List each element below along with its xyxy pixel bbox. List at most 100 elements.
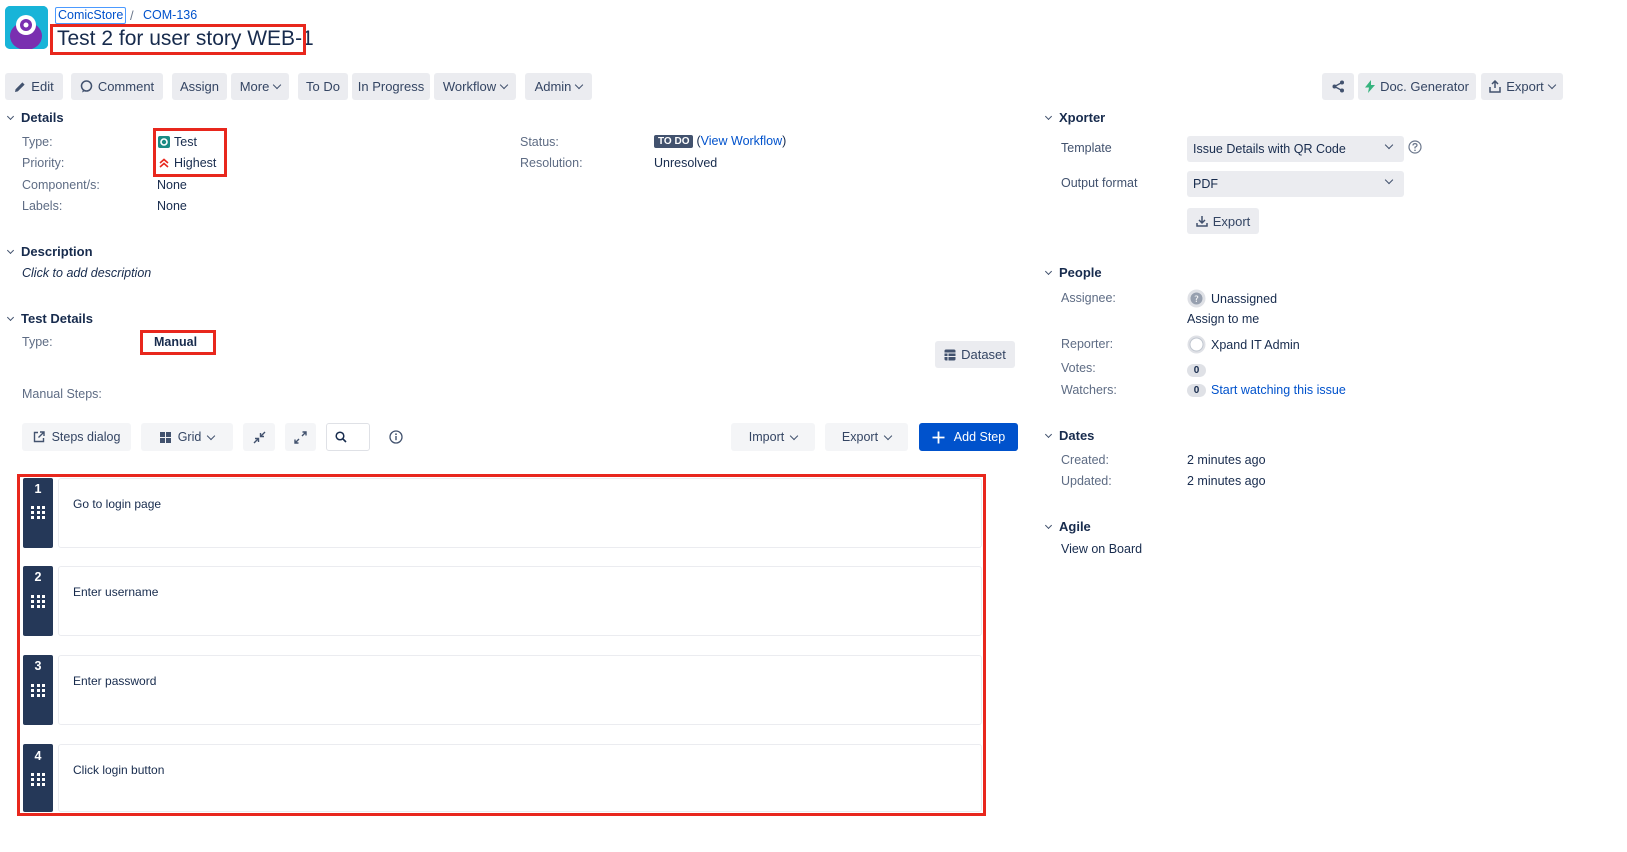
grid-icon <box>159 431 171 443</box>
dates-heading: Dates <box>1059 428 1095 443</box>
breadcrumb-issue-key[interactable]: COM-136 <box>143 8 197 22</box>
watchers-label: Watchers: <box>1061 383 1117 397</box>
output-format-select[interactable]: PDF <box>1187 171 1404 197</box>
expand-icon <box>294 430 307 444</box>
view-on-board-link[interactable]: View on Board <box>1061 542 1142 556</box>
xporter-section-toggle[interactable]: Xporter <box>1044 110 1106 125</box>
chevron-down-icon <box>883 431 893 440</box>
chevron-down-icon <box>1044 521 1053 529</box>
highlight-box-steps <box>17 474 986 816</box>
chevron-down-icon <box>207 431 216 440</box>
components-label: Component/s: <box>22 178 100 192</box>
info-button[interactable] <box>389 430 403 447</box>
dataset-button[interactable]: Dataset <box>935 341 1015 368</box>
watchers-badge: 0 <box>1187 383 1206 397</box>
import-dropdown[interactable]: Import <box>731 423 815 451</box>
reporter-label: Reporter: <box>1061 337 1114 351</box>
votes-count[interactable]: 0 <box>1187 362 1206 377</box>
template-select[interactable]: Issue Details with QR Code <box>1187 136 1404 162</box>
watchers-value: 0 Start watching this issue <box>1187 383 1346 397</box>
chevron-down-icon <box>1044 112 1053 120</box>
type-label: Type: <box>22 135 53 149</box>
svg-text:?: ? <box>1194 295 1199 305</box>
votes-badge: 0 <box>1187 364 1206 377</box>
dates-section-toggle[interactable]: Dates <box>1044 428 1095 443</box>
import-label: Import <box>748 430 785 444</box>
chevron-down-icon <box>1547 80 1557 90</box>
template-help-button[interactable] <box>1408 140 1422 157</box>
edit-button[interactable]: Edit <box>5 73 63 100</box>
agile-section-toggle[interactable]: Agile <box>1044 519 1091 534</box>
breadcrumb-project-link[interactable]: ComicStore <box>55 7 127 24</box>
export-label: Export <box>1506 79 1544 94</box>
chevron-down-icon <box>1384 140 1394 150</box>
agile-heading: Agile <box>1059 519 1091 534</box>
admin-label: Admin <box>534 79 572 94</box>
edit-label: Edit <box>31 79 54 94</box>
unassigned-avatar-icon: ? <box>1187 289 1206 308</box>
steps-export-dropdown[interactable]: Export <box>825 423 908 451</box>
test-details-section-toggle[interactable]: Test Details <box>6 311 94 326</box>
add-step-button[interactable]: Add Step <box>919 423 1018 451</box>
more-button[interactable]: More <box>231 73 289 100</box>
description-section-toggle[interactable]: Description <box>6 244 93 259</box>
steps-dialog-button[interactable]: Steps dialog <box>22 423 131 451</box>
chevron-down-icon <box>1384 175 1394 185</box>
info-icon <box>389 430 403 444</box>
view-workflow-link[interactable]: View Workflow <box>701 134 783 148</box>
doc-generator-label: Doc. Generator <box>1380 79 1469 94</box>
description-heading: Description <box>21 244 93 259</box>
labels-label: Labels: <box>22 199 63 213</box>
doc-generator-button[interactable]: Doc. Generator <box>1358 73 1476 100</box>
workflow-label: Workflow <box>442 79 497 94</box>
created-value: 2 minutes ago <box>1187 453 1266 467</box>
test-type-label: Type: <box>22 335 53 349</box>
test-details-heading: Test Details <box>21 311 94 326</box>
output-format-label: Output format <box>1061 176 1138 190</box>
in-progress-transition-button[interactable]: In Progress <box>352 73 430 100</box>
status-lozenge: TO DO <box>654 134 694 148</box>
collapse-button[interactable] <box>243 423 275 451</box>
steps-dialog-label: Steps dialog <box>51 430 121 444</box>
share-button[interactable] <box>1322 73 1354 100</box>
description-placeholder[interactable]: Click to add description <box>22 266 151 280</box>
xporter-export-label: Export <box>1212 213 1251 229</box>
comment-button[interactable]: Comment <box>71 73 163 100</box>
status-label: Status: <box>520 135 559 149</box>
resolution-label: Resolution: <box>520 156 583 170</box>
export-dropdown-button[interactable]: Export <box>1481 73 1563 100</box>
reporter-name: Xpand IT Admin <box>1211 337 1300 352</box>
project-avatar[interactable] <box>5 6 48 49</box>
grid-label: Grid <box>177 430 202 444</box>
assignee-label: Assignee: <box>1061 291 1116 305</box>
reporter-value[interactable]: Xpand IT Admin <box>1187 335 1300 354</box>
details-section-toggle[interactable]: Details <box>6 110 64 125</box>
share-icon <box>1332 80 1344 93</box>
assignee-value[interactable]: ? Unassigned <box>1187 289 1277 308</box>
add-step-label: Add Step <box>953 430 1006 444</box>
grid-view-dropdown[interactable]: Grid <box>141 423 233 451</box>
user-avatar-icon <box>1187 335 1206 354</box>
more-label: More <box>239 79 270 94</box>
xporter-heading: Xporter <box>1059 110 1106 125</box>
people-section-toggle[interactable]: People <box>1044 265 1102 280</box>
start-watching-link[interactable]: Start watching this issue <box>1211 383 1346 397</box>
chevron-down-icon <box>6 246 15 254</box>
priority-label: Priority: <box>22 156 65 170</box>
chevron-down-icon <box>575 80 584 90</box>
workflow-button[interactable]: Workflow <box>434 73 516 100</box>
collapse-icon <box>253 431 265 443</box>
details-heading: Details <box>21 110 64 125</box>
chevron-down-icon <box>1044 267 1053 275</box>
todo-transition-button[interactable]: To Do <box>298 73 348 100</box>
assign-to-me-link[interactable]: Assign to me <box>1187 312 1259 326</box>
assign-button[interactable]: Assign <box>172 73 227 100</box>
chevron-down-icon <box>6 313 15 321</box>
step-search-input[interactable] <box>326 423 370 451</box>
expand-button[interactable] <box>285 423 316 451</box>
admin-button[interactable]: Admin <box>525 73 592 100</box>
table-icon <box>944 349 956 360</box>
xporter-export-button[interactable]: Export <box>1187 208 1259 234</box>
votes-label: Votes: <box>1061 361 1096 375</box>
breadcrumb-separator: / <box>130 8 134 23</box>
